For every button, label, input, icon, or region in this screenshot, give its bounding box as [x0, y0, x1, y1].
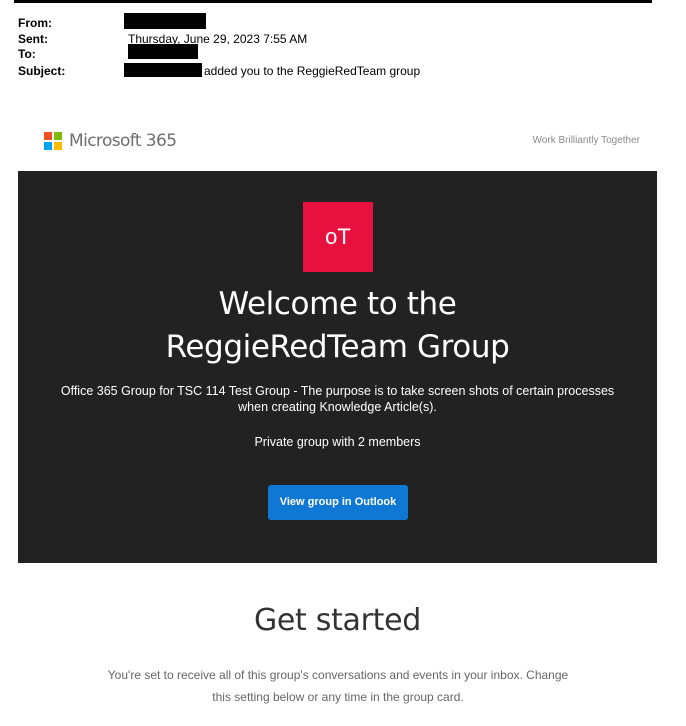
- microsoft-365-banner: Microsoft 365 Work Brilliantly Together: [18, 112, 657, 170]
- logo-square-red: [44, 132, 52, 140]
- group-description: Office 365 Group for TSC 114 Test Group …: [60, 384, 615, 414]
- welcome-heading: Welcome to the ReggieRedTeam Group: [18, 283, 657, 369]
- group-privacy-members: Private group with 2 members: [254, 435, 421, 449]
- subject-redacted: [124, 63, 202, 77]
- get-started-body: You're set to receive all of this group'…: [107, 668, 569, 704]
- top-rule: [14, 0, 652, 3]
- from-redacted: [124, 13, 206, 29]
- from-label: From:: [18, 16, 52, 30]
- to-redacted: [128, 44, 198, 59]
- welcome-line-2: ReggieRedTeam Group: [165, 329, 510, 365]
- get-started-title: Get started: [253, 603, 422, 638]
- logo-square-blue: [44, 142, 52, 150]
- microsoft-logo-icon: [44, 132, 62, 150]
- welcome-line-1: Welcome to the: [218, 286, 457, 322]
- sent-label: Sent:: [18, 32, 48, 46]
- welcome-hero: oT Welcome to the ReggieRedTeam Group Of…: [18, 171, 657, 563]
- logo-square-yellow: [54, 142, 62, 150]
- logo-square-green: [54, 132, 62, 140]
- view-group-in-outlook-button[interactable]: View group in Outlook: [268, 485, 408, 520]
- subject-value: added you to the ReggieRedTeam group: [204, 64, 421, 78]
- brand-wordmark: Microsoft 365: [69, 131, 177, 151]
- brand-tagline: Work Brilliantly Together: [532, 135, 640, 146]
- to-label: To:: [18, 47, 36, 61]
- group-avatar: oT: [303, 202, 373, 272]
- subject-label: Subject:: [18, 64, 66, 78]
